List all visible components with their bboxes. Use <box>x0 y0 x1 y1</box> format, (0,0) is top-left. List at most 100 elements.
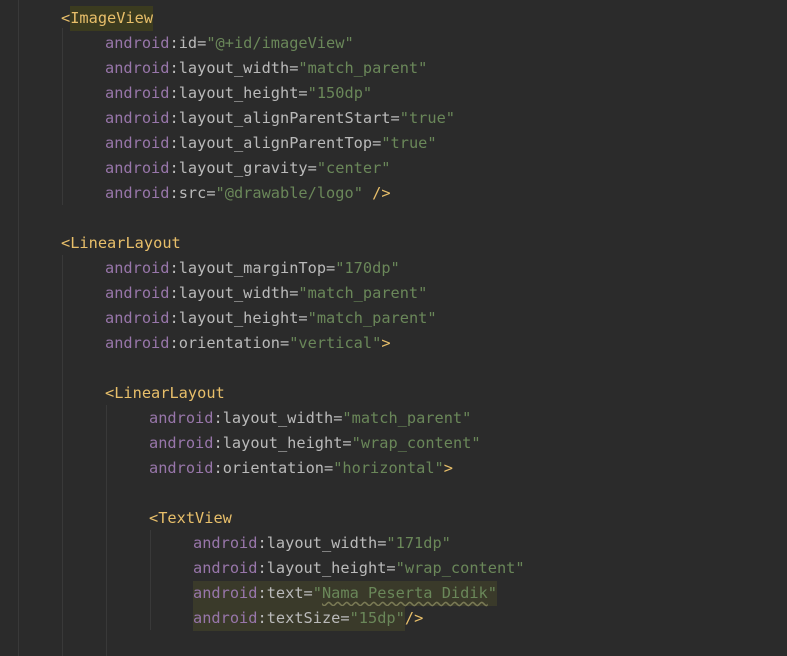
code-line: android:layout_width="match_parent" <box>105 281 427 306</box>
code-token: "match_parent" <box>298 59 428 77</box>
code-token: = <box>307 159 317 177</box>
code-token: layout_height <box>178 309 299 327</box>
code-token: = <box>340 606 350 631</box>
code-token: android <box>105 284 170 302</box>
code-line: android:layout_marginTop="170dp" <box>105 256 400 281</box>
code-token: /> <box>404 609 424 627</box>
code-editor[interactable]: <ImageView android:id="@+id/imageView" and… <box>0 0 787 656</box>
code-line: android:layout_alignParentStart="true" <box>105 106 455 131</box>
code-token: android <box>105 84 170 102</box>
code-token: layout_marginTop <box>178 259 327 277</box>
code-token: ImageView <box>70 6 154 31</box>
code-line: <LinearLayout <box>105 381 225 406</box>
code-token: layout_alignParentStart <box>178 109 391 127</box>
code-token: layout_width <box>178 59 290 77</box>
code-token: = <box>298 84 308 102</box>
code-token: " <box>312 581 322 606</box>
code-token: android <box>105 309 170 327</box>
code-token: = <box>390 109 400 127</box>
code-token: " <box>487 581 497 606</box>
code-token: : <box>257 559 267 577</box>
code-token: layout_alignParentTop <box>178 134 373 152</box>
code-token: : <box>169 34 179 52</box>
code-token: = <box>289 284 299 302</box>
code-token: "@+id/imageView" <box>206 34 354 52</box>
code-token: "true" <box>381 134 437 152</box>
code-token: android <box>105 134 170 152</box>
code-token: = <box>197 34 207 52</box>
code-line: android:layout_height="match_parent" <box>105 306 437 331</box>
code-token: android <box>193 606 258 631</box>
code-line: <TextView <box>149 506 232 531</box>
code-token: /> <box>362 184 391 202</box>
code-token: < <box>149 509 159 527</box>
code-token: android <box>193 581 258 606</box>
code-token: TextView <box>158 509 232 527</box>
code-token: "150dp" <box>307 84 373 102</box>
code-token: : <box>169 109 179 127</box>
code-line: <ImageView <box>61 6 154 31</box>
code-token: "wrap_content" <box>351 434 481 452</box>
code-token: layout_width <box>266 534 378 552</box>
code-token: : <box>169 259 179 277</box>
code-line: android:layout_width="match_parent" <box>149 406 471 431</box>
code-token: = <box>298 309 308 327</box>
code-token: android <box>149 409 214 427</box>
code-token: id <box>178 34 198 52</box>
code-token: "wrap_content" <box>395 559 525 577</box>
code-token: "15dp" <box>349 606 405 631</box>
code-token: = <box>372 134 382 152</box>
code-line: android:text="Nama Peserta Didik" <box>193 581 497 606</box>
code-token: = <box>303 581 313 606</box>
indent-guide <box>62 28 63 205</box>
code-line: <LinearLayout <box>61 231 181 256</box>
code-token: layout_gravity <box>178 159 308 177</box>
code-token: "@drawable/logo" <box>215 184 363 202</box>
code-token: textSize <box>266 606 341 631</box>
code-token: android <box>105 109 170 127</box>
code-token: android <box>193 534 258 552</box>
code-token: : <box>257 534 267 552</box>
indent-guide <box>106 405 107 656</box>
code-token: android <box>105 59 170 77</box>
code-token: android <box>105 34 170 52</box>
code-token: android <box>105 259 170 277</box>
code-token: layout_width <box>222 409 334 427</box>
code-line: android:orientation="horizontal"> <box>149 456 453 481</box>
code-token: android <box>105 159 170 177</box>
code-token: src <box>178 184 207 202</box>
code-token: android <box>149 459 214 477</box>
code-line: android:textSize="15dp"/> <box>193 606 423 631</box>
code-token: LinearLayout <box>114 384 225 402</box>
code-line: android:id="@+id/imageView" <box>105 31 354 56</box>
code-token: > <box>443 459 453 477</box>
code-token: = <box>280 334 290 352</box>
code-token: : <box>257 606 267 631</box>
code-token: orientation <box>178 334 280 352</box>
code-token: = <box>289 59 299 77</box>
indent-guide <box>62 255 63 656</box>
code-token: : <box>169 184 179 202</box>
code-token: layout_height <box>266 559 387 577</box>
code-token: = <box>333 409 343 427</box>
code-token: = <box>324 459 334 477</box>
code-token: < <box>61 9 71 27</box>
code-token: text <box>266 581 304 606</box>
code-token: "true" <box>399 109 455 127</box>
code-token: : <box>169 84 179 102</box>
code-line: android:layout_width="match_parent" <box>105 56 427 81</box>
code-token: = <box>206 184 216 202</box>
code-token: : <box>213 459 223 477</box>
code-line: android:layout_height="wrap_content" <box>193 556 525 581</box>
code-line: android:layout_width="171dp" <box>193 531 451 556</box>
code-line: android:layout_height="150dp" <box>105 81 372 106</box>
code-token: : <box>169 159 179 177</box>
code-token: android <box>149 434 214 452</box>
code-token: < <box>61 234 71 252</box>
code-token: : <box>213 409 223 427</box>
code-line: android:orientation="vertical"> <box>105 331 391 356</box>
code-token: android <box>193 559 258 577</box>
code-token: = <box>377 534 387 552</box>
code-token: "171dp" <box>386 534 451 552</box>
code-token: "vertical" <box>289 334 382 352</box>
